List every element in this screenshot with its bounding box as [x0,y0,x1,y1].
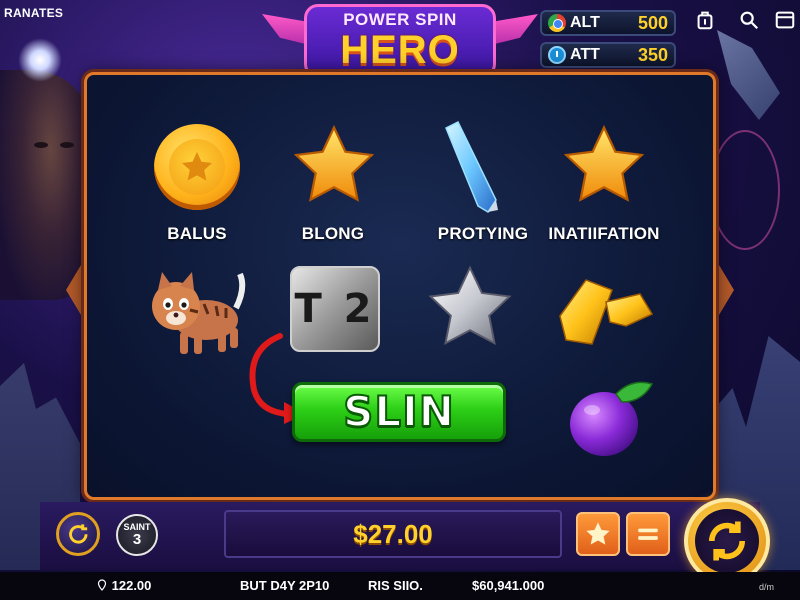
stat-att: ATT 350 [540,42,676,68]
stat-att-label: ATT [570,46,600,63]
symbol-label: BALUS [167,224,227,243]
logo-line1: POWER SPIN [343,10,457,29]
star-icon [586,522,610,545]
stat-alt: ALT 500 [540,10,676,36]
metal-block-text: T 2 [294,286,376,332]
tiger-cub-icon [144,268,246,361]
favorite-button[interactable] [576,512,620,556]
symbol-label: PROTYING [437,224,529,243]
gold-star-icon [560,122,648,215]
game-logo: POWER SPIN HERO [262,4,538,82]
symbol-label: INATIIFATION [548,224,660,243]
symbol-label: BLONG [301,224,365,243]
menu-lines-button[interactable] [626,512,670,556]
stat-alt-label: ALT [570,14,600,31]
search-icon[interactable] [738,9,760,31]
stat-att-value: 350 [637,44,668,65]
reel-right-arrow [716,260,734,320]
win-amount: $27.00 [224,510,562,558]
balance-display: 122.00 [96,578,151,593]
gold-bars-icon [556,270,656,357]
spin-button[interactable]: SLIN [292,382,506,442]
bet-text: BUT D4Y 2P10 [240,578,330,593]
spin-arrows-icon [709,521,745,561]
blue-crystal-icon [440,120,502,221]
corner-label: RANATES [4,6,64,20]
silver-star-icon [424,262,516,359]
corner-tag: d/m [758,582,774,592]
gold-star-icon [290,122,378,215]
balance-value: 122.00 [111,578,152,593]
hero-eye [34,142,48,148]
menu-icon[interactable] [774,9,796,31]
status-bar: 122.00 BUT D4Y 2P10 RIS SIIO. $60,941.00… [0,572,800,600]
web-art [710,130,780,250]
hero-character-art [0,70,92,300]
saint-counter: SAINT 3 [116,514,158,556]
hero-eye [60,142,74,148]
share-icon[interactable] [694,9,716,31]
autoplay-button[interactable] [56,512,100,556]
logo-line2: HERO [340,28,460,72]
spin-button-label: SLIN [342,386,455,437]
location-pin-icon [97,579,107,591]
ris-text: RIS SIIO. [368,578,423,593]
purple-fruit-icon [566,376,656,465]
magic-glow [18,38,62,82]
refresh-icon [68,524,88,544]
chrome-icon [548,14,566,32]
saint-value: 3 [132,531,142,548]
gold-coin-star-icon [154,124,240,210]
spaceship-art [717,30,780,120]
jackpot-value: $60,941.000 [472,578,545,593]
stat-alt-value: 500 [637,12,668,33]
equals-icon [638,528,658,540]
clock-icon [548,46,566,64]
